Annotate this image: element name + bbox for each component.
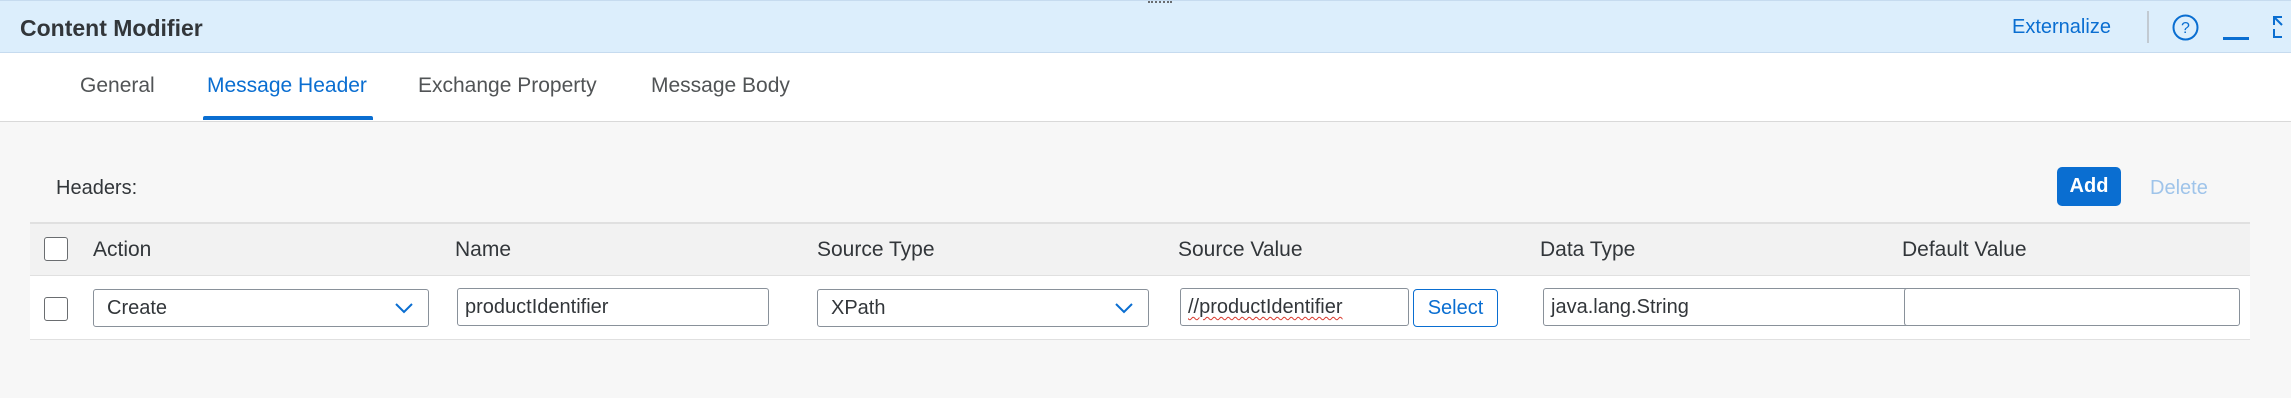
action-select[interactable]: Create bbox=[93, 289, 429, 327]
help-circle-icon[interactable]: ? bbox=[2172, 14, 2199, 41]
tab-general[interactable]: General bbox=[80, 74, 155, 98]
name-input-value: productIdentifier bbox=[465, 296, 609, 318]
tab-message-body[interactable]: Message Body bbox=[651, 74, 790, 98]
externalize-link[interactable]: Externalize bbox=[2012, 16, 2111, 39]
headers-table: Action Name Source Type Source Value Dat… bbox=[30, 222, 2250, 340]
svg-text:?: ? bbox=[2181, 20, 2190, 37]
source-value-input[interactable]: //productIdentifier bbox=[1180, 288, 1409, 326]
column-header-source-value: Source Value bbox=[1178, 238, 1303, 261]
tab-message-header[interactable]: Message Header bbox=[207, 74, 367, 98]
chevron-down-icon bbox=[1115, 303, 1133, 314]
tab-bar: General Message Header Exchange Property… bbox=[0, 53, 2291, 122]
column-header-default-value: Default Value bbox=[1902, 238, 2027, 261]
data-type-input[interactable]: java.lang.String bbox=[1543, 288, 1909, 326]
expand-icon[interactable] bbox=[2272, 15, 2291, 39]
select-button[interactable]: Select bbox=[1413, 289, 1498, 327]
column-header-source-type: Source Type bbox=[817, 238, 935, 261]
data-type-input-value: java.lang.String bbox=[1551, 296, 1689, 318]
column-header-name: Name bbox=[455, 238, 512, 261]
panel-title: Content Modifier bbox=[20, 15, 203, 41]
default-value-input[interactable] bbox=[1904, 288, 2240, 326]
headers-label: Headers: bbox=[56, 177, 138, 199]
table-header: Action Name Source Type Source Value Dat… bbox=[30, 224, 2250, 276]
row-checkbox[interactable] bbox=[44, 297, 68, 321]
column-header-data-type: Data Type bbox=[1540, 238, 1636, 261]
title-bar: Content Modifier Externalize ? bbox=[0, 0, 2291, 53]
source-type-select-value: XPath bbox=[831, 297, 886, 319]
select-all-checkbox[interactable] bbox=[44, 237, 68, 261]
chevron-down-icon bbox=[395, 303, 413, 314]
active-tab-indicator bbox=[203, 116, 373, 120]
tab-exchange-property[interactable]: Exchange Property bbox=[418, 74, 597, 98]
drag-handle[interactable] bbox=[1148, 1, 1172, 5]
delete-button[interactable]: Delete bbox=[2150, 177, 2208, 200]
source-type-select[interactable]: XPath bbox=[817, 289, 1149, 327]
minimize-icon[interactable] bbox=[2223, 29, 2249, 41]
divider bbox=[2147, 11, 2149, 43]
add-button[interactable]: Add bbox=[2057, 167, 2121, 206]
name-input[interactable]: productIdentifier bbox=[457, 288, 769, 326]
column-header-action: Action bbox=[93, 238, 152, 261]
source-value-input-value: //productIdentifier bbox=[1188, 296, 1343, 318]
action-select-value: Create bbox=[107, 297, 168, 319]
